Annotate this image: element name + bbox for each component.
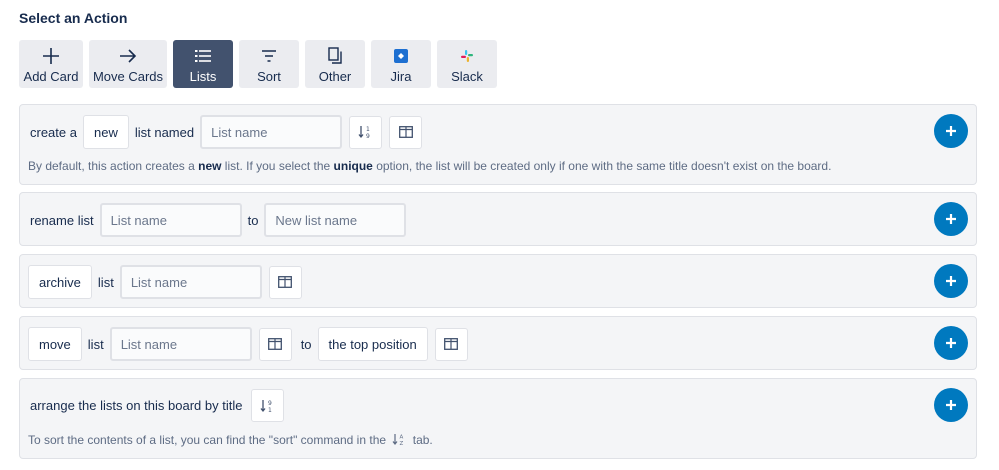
create-prefix: create a bbox=[30, 124, 77, 140]
archive-toggle[interactable]: archive bbox=[28, 265, 92, 299]
to-label: to bbox=[247, 212, 259, 228]
desc-text: option, the list will be created only if… bbox=[376, 159, 832, 173]
create-middle: list named bbox=[134, 124, 195, 140]
action-row-move-list: move list to the top position bbox=[19, 316, 977, 370]
move-line: move list to the top position bbox=[28, 327, 468, 361]
arrange-line: arrange the lists on this board by title… bbox=[28, 389, 285, 422]
plus-icon bbox=[946, 338, 956, 348]
add-action-button[interactable] bbox=[934, 114, 968, 148]
action-row-rename-list: rename list to bbox=[19, 192, 977, 246]
desc-bold: unique bbox=[333, 159, 373, 173]
sort-numeric-icon[interactable]: 91 bbox=[251, 389, 285, 422]
column-layout-icon[interactable] bbox=[258, 327, 292, 361]
arrow-right-icon bbox=[119, 45, 137, 67]
column-layout-icon[interactable] bbox=[434, 327, 468, 361]
list-word: list bbox=[87, 336, 104, 352]
svg-text:A: A bbox=[400, 435, 404, 441]
add-action-button[interactable] bbox=[934, 264, 968, 298]
rename-prefix: rename list bbox=[30, 212, 94, 228]
tab-move-cards[interactable]: Move Cards bbox=[89, 40, 167, 88]
archive-line: archive list bbox=[28, 265, 302, 299]
arrange-description: To sort the contents of a list, you can … bbox=[28, 433, 433, 449]
tab-label: Sort bbox=[257, 68, 281, 84]
add-action-button[interactable] bbox=[934, 388, 968, 422]
plus-icon bbox=[946, 126, 956, 136]
to-label: to bbox=[300, 336, 312, 352]
column-layout-icon[interactable] bbox=[389, 115, 423, 149]
desc-text: list. If you select the bbox=[224, 159, 331, 173]
tab-add-card[interactable]: Add Card bbox=[19, 40, 83, 88]
action-row-arrange-lists: arrange the lists on this board by title… bbox=[19, 378, 977, 459]
tab-label: Move Cards bbox=[92, 68, 164, 84]
svg-text:9: 9 bbox=[366, 133, 370, 139]
svg-text:1: 1 bbox=[366, 126, 370, 133]
list-name-input[interactable] bbox=[99, 203, 242, 237]
move-toggle[interactable]: move bbox=[28, 327, 82, 361]
add-action-button[interactable] bbox=[934, 202, 968, 236]
svg-text:1: 1 bbox=[268, 407, 272, 413]
tab-jira[interactable]: Jira bbox=[371, 40, 431, 88]
plus-icon bbox=[946, 214, 956, 224]
desc-bold: new bbox=[198, 159, 222, 173]
list-word: list bbox=[97, 274, 114, 290]
plus-icon bbox=[42, 45, 60, 67]
list-icon bbox=[194, 45, 212, 67]
position-selector[interactable]: the top position bbox=[317, 327, 428, 361]
sort-icon bbox=[261, 45, 277, 67]
add-action-button[interactable] bbox=[934, 326, 968, 360]
column-layout-icon[interactable] bbox=[268, 265, 302, 299]
section-heading: Select an Action bbox=[19, 10, 128, 26]
create-line: create a new list named 19 bbox=[28, 115, 423, 149]
tab-slack[interactable]: Slack bbox=[437, 40, 497, 88]
list-name-input[interactable] bbox=[109, 327, 252, 361]
jira-logo-icon bbox=[394, 45, 408, 67]
list-name-input[interactable] bbox=[200, 115, 343, 149]
tab-label: Jira bbox=[390, 68, 412, 84]
rename-line: rename list to bbox=[28, 203, 407, 237]
tab-sort[interactable]: Sort bbox=[239, 40, 299, 88]
action-tabs: Add Card Move Cards Lists Sort Other Jir… bbox=[19, 40, 497, 88]
plus-icon bbox=[946, 276, 956, 286]
new-unique-toggle[interactable]: new bbox=[82, 115, 129, 149]
tab-label: Other bbox=[318, 68, 352, 84]
tab-other[interactable]: Other bbox=[305, 40, 365, 88]
desc-text: tab. bbox=[412, 433, 433, 447]
tab-label: Lists bbox=[189, 68, 217, 84]
desc-text: To sort the contents of a list, you can … bbox=[28, 433, 387, 447]
plus-icon bbox=[946, 400, 956, 410]
svg-text:9: 9 bbox=[268, 400, 272, 407]
tab-label: Slack bbox=[451, 68, 483, 84]
desc-text: By default, this action creates a bbox=[28, 159, 195, 173]
create-description: By default, this action creates a new li… bbox=[28, 159, 831, 173]
sort-alpha-icon: AZ bbox=[392, 433, 406, 449]
slack-logo-icon bbox=[461, 45, 473, 67]
sort-numeric-icon[interactable]: 19 bbox=[349, 115, 383, 149]
action-row-archive-list: archive list bbox=[19, 254, 977, 308]
list-name-input[interactable] bbox=[119, 265, 262, 299]
copy-icon bbox=[328, 45, 342, 67]
svg-text:Z: Z bbox=[400, 441, 404, 446]
tab-label: Add Card bbox=[23, 68, 79, 84]
new-list-name-input[interactable] bbox=[264, 203, 407, 237]
arrange-text: arrange the lists on this board by title bbox=[30, 398, 243, 413]
tab-lists[interactable]: Lists bbox=[173, 40, 233, 88]
action-row-create-list: create a new list named 19 By default, t… bbox=[19, 104, 977, 185]
